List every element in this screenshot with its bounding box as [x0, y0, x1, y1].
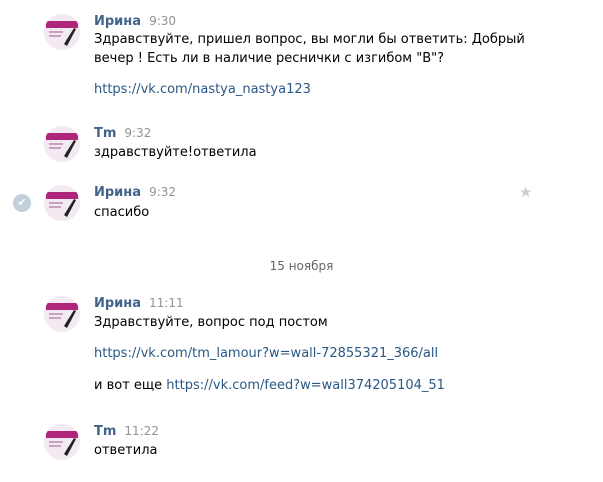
avatar[interactable] — [44, 185, 80, 221]
message-author[interactable]: Ирина 9:32 — [94, 185, 176, 200]
avatar[interactable] — [44, 296, 80, 332]
message-item: Ирина 11:11 Здравствуйте, вопрос под пост… — [0, 296, 603, 401]
message-text-prefix: и вот еще — [94, 378, 167, 393]
avatar[interactable] — [44, 14, 80, 50]
check-icon[interactable]: ✔ — [13, 194, 31, 212]
author-name[interactable]: Tm — [94, 424, 116, 439]
message-author[interactable]: Ирина 11:11 — [94, 296, 184, 311]
author-name[interactable]: Tm — [94, 126, 116, 141]
message-item: Ирина 9:30 Здравствуйте, пришел вопрос, в… — [0, 10, 603, 105]
author-name[interactable]: Ирина — [94, 185, 141, 200]
avatar[interactable] — [44, 424, 80, 460]
message-text: спасибо — [94, 205, 150, 220]
message-link[interactable]: https://vk.com/feed?w=wall374205104_51 — [166, 378, 445, 393]
message-author[interactable]: Tm 9:32 — [94, 126, 151, 141]
avatar[interactable] — [44, 126, 80, 162]
message-author[interactable]: Ирина 9:30 — [94, 14, 176, 29]
date-separator: 15 ноября — [269, 259, 334, 273]
message-item: ✔ Ирина 9:32 ★ спасибо — [0, 183, 603, 230]
message-text: Здравствуйте, пришел вопрос, вы могли бы… — [94, 32, 525, 47]
star-icon[interactable]: ★ — [519, 183, 532, 201]
message-time: 9:32 — [149, 185, 177, 199]
message-text: здравствуйте!ответила — [94, 145, 257, 160]
message-author[interactable]: Tm 11:22 — [94, 424, 159, 439]
message-text: ответила — [94, 443, 158, 458]
message-item: Tm 9:32 здравствуйте!ответила — [0, 126, 603, 171]
message-link-line: https://vk.com/nastya_nastya123 — [94, 81, 311, 99]
message-text: Здравствуйте, вопрос под постом — [94, 315, 328, 330]
author-name[interactable]: Ирина — [94, 296, 141, 311]
message-link-line: https://vk.com/tm_lamour?w=wall-72855321… — [94, 345, 438, 363]
message-text: вечер ! Есть ли в наличие реснички с изг… — [94, 51, 445, 66]
message-link[interactable]: https://vk.com/tm_lamour?w=wall-72855321… — [94, 346, 438, 361]
message-text: и вот еще https://vk.com/feed?w=wall3742… — [94, 377, 445, 395]
message-time: 11:11 — [149, 296, 184, 310]
message-time: 11:22 — [124, 424, 160, 438]
message-time: 9:32 — [124, 126, 152, 140]
message-item: Tm 11:22 ответила — [0, 424, 603, 469]
author-name[interactable]: Ирина — [94, 14, 141, 29]
message-link[interactable]: https://vk.com/nastya_nastya123 — [94, 82, 311, 97]
message-time: 9:30 — [149, 14, 177, 28]
